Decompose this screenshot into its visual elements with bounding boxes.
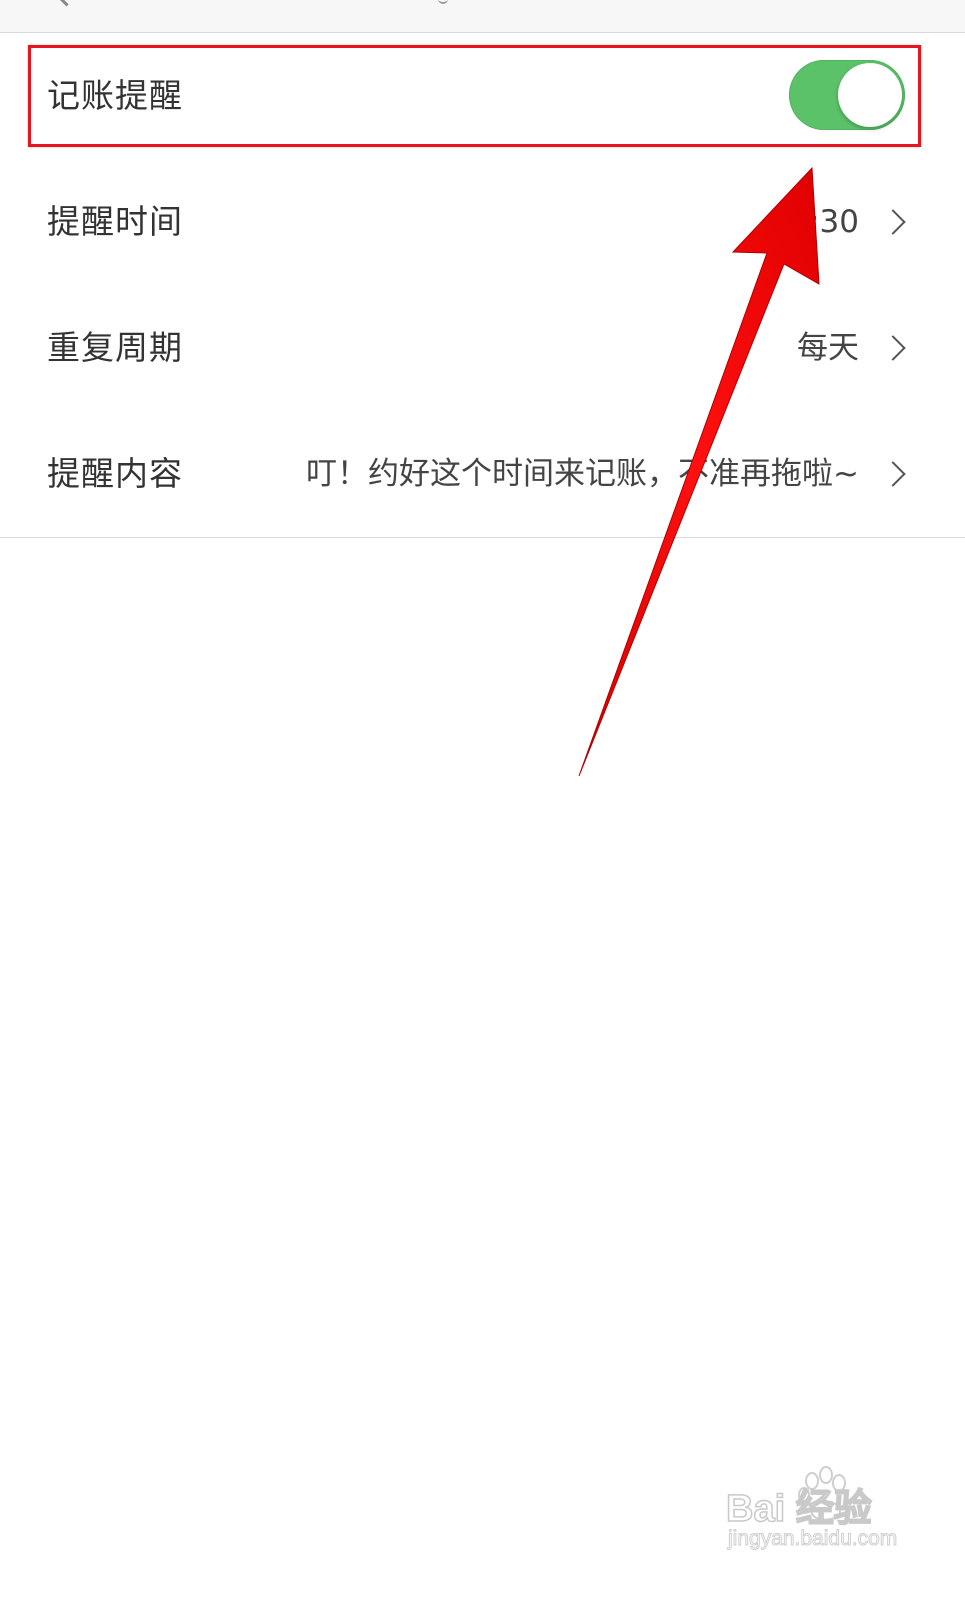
toggle-knob [838, 63, 902, 127]
reminder-time-value: 19:30 [769, 204, 859, 240]
watermark: Bai 经验 jingyan.baidu.com [722, 1465, 922, 1565]
chevron-right-icon [880, 209, 906, 235]
reminder-time-row[interactable]: 提醒时间 19:30 [0, 159, 965, 286]
nav-title-fragment [438, 0, 448, 4]
reminder-toggle-switch[interactable] [789, 60, 905, 130]
watermark-brand: Bai 经验 [725, 1487, 872, 1531]
repeat-cycle-value: 每天 [797, 330, 859, 366]
reminder-content-label: 提醒内容 [47, 454, 183, 493]
watermark-url: jingyan.baidu.com [727, 1527, 898, 1551]
chevron-right-icon [880, 335, 906, 361]
reminder-toggle-label: 记账提醒 [47, 76, 183, 115]
nav-bar [0, 0, 965, 33]
repeat-cycle-label: 重复周期 [47, 328, 183, 367]
chevron-right-icon [880, 461, 906, 487]
reminder-time-label: 提醒时间 [47, 202, 183, 241]
reminder-content-value: 叮！约好这个时间来记账，不准再拖啦~ [306, 456, 859, 492]
repeat-cycle-row[interactable]: 重复周期 每天 [0, 285, 965, 412]
back-chevron-icon[interactable] [54, 0, 79, 7]
reminder-content-row[interactable]: 提醒内容 叮！约好这个时间来记账，不准再拖啦~ [0, 411, 965, 538]
